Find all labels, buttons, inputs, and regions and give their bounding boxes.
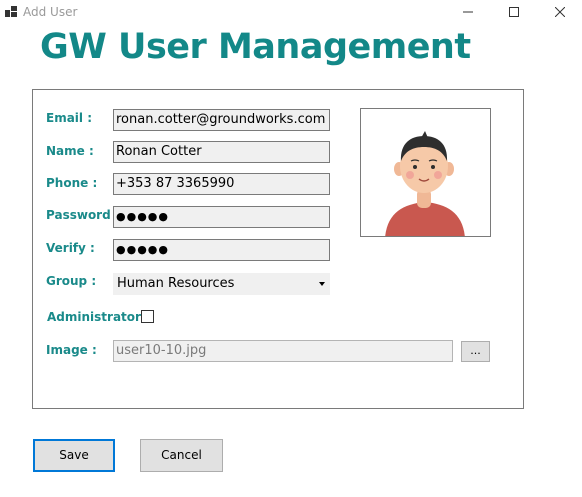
close-icon [555,7,565,17]
phone-field[interactable]: +353 87 3365990 [113,173,330,195]
password-label: Password : [46,208,120,222]
verify-password-field[interactable]: ●●●●● [113,239,330,261]
name-label: Name : [46,144,94,158]
browse-image-button[interactable]: ... [461,341,490,362]
maximize-icon [509,7,519,17]
verify-label: Verify : [46,241,95,255]
group-select[interactable]: Human Resources [113,273,330,295]
minimize-button[interactable] [445,0,491,24]
group-label: Group : [46,274,97,288]
image-path-field: user10-10.jpg [113,340,453,362]
name-field[interactable]: Ronan Cotter [113,141,330,163]
email-label: Email : [46,111,93,125]
save-button[interactable]: Save [33,439,115,472]
user-avatar [360,108,491,237]
password-field[interactable]: ●●●●● [113,206,330,228]
maximize-button[interactable] [491,0,537,24]
administrator-label: Administrator : [47,310,150,324]
app-icon [5,6,17,17]
chevron-down-icon [319,282,325,286]
image-label: Image : [46,343,97,357]
title-bar: Add User [0,0,582,24]
avatar-image [385,131,465,236]
group-select-value: Human Resources [117,276,235,291]
close-button[interactable] [537,0,582,24]
phone-label: Phone : [46,176,98,190]
minimize-icon [463,11,473,13]
window-title: Add User [23,5,78,19]
page-title: GW User Management [40,27,471,67]
cancel-button[interactable]: Cancel [140,439,223,472]
email-field[interactable]: ronan.cotter@groundworks.com [113,109,330,131]
administrator-checkbox[interactable] [141,310,154,323]
